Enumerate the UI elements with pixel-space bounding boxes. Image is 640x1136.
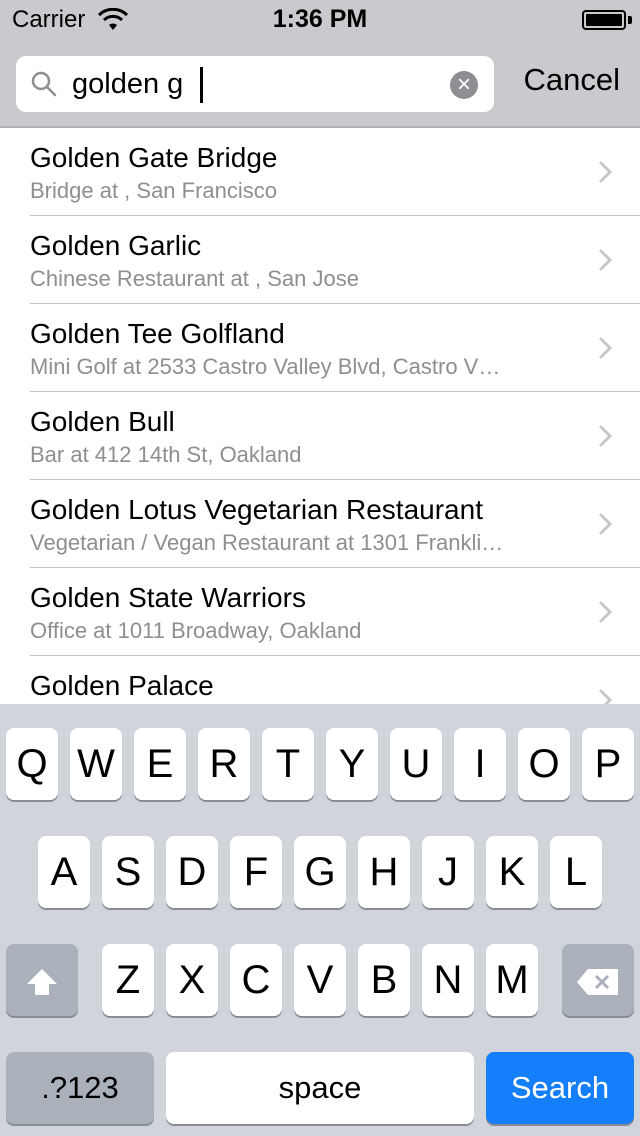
key-x[interactable]: X — [166, 944, 218, 1016]
shift-icon — [27, 969, 57, 996]
result-title: Golden Lotus Vegetarian Restaurant — [30, 494, 483, 525]
key-y[interactable]: Y — [326, 728, 378, 800]
key-f[interactable]: F — [230, 836, 282, 908]
key-g[interactable]: G — [294, 836, 346, 908]
key-s[interactable]: S — [102, 836, 154, 908]
chevron-right-icon — [598, 248, 612, 272]
battery-icon — [582, 10, 626, 30]
search-bar: × Cancel — [0, 40, 640, 128]
result-subtitle: Bridge at , San Francisco — [30, 178, 278, 203]
key-h[interactable]: H — [358, 836, 410, 908]
list-item[interactable]: Golden Bull Bar at 412 14th St, Oakland — [0, 392, 640, 480]
list-item[interactable]: Golden Garlic Chinese Restaurant at , Sa… — [0, 216, 640, 304]
keyboard: Q W E R T Y U I O P A S D F G H J K L Z … — [0, 704, 640, 1136]
key-o[interactable]: O — [518, 728, 570, 800]
key-e[interactable]: E — [134, 728, 186, 800]
clear-icon[interactable]: × — [450, 71, 478, 99]
key-n[interactable]: N — [422, 944, 474, 1016]
list-item[interactable]: Golden Tee Golfland Mini Golf at 2533 Ca… — [0, 304, 640, 392]
key-l[interactable]: L — [550, 836, 602, 908]
key-q[interactable]: Q — [6, 728, 58, 800]
battery-nub — [628, 16, 632, 24]
search-icon — [31, 71, 57, 97]
result-subtitle: Chinese Restaurant at , San Jose — [30, 266, 359, 291]
search-key[interactable]: Search — [486, 1052, 634, 1124]
list-item[interactable]: Golden Palace — [0, 656, 640, 704]
numbers-key[interactable]: .?123 — [6, 1052, 154, 1124]
key-r[interactable]: R — [198, 728, 250, 800]
key-u[interactable]: U — [390, 728, 442, 800]
chevron-right-icon — [598, 512, 612, 536]
text-caret — [200, 67, 203, 103]
chevron-right-icon — [598, 688, 612, 704]
result-title: Golden Tee Golfland — [30, 318, 285, 349]
result-subtitle: Bar at 412 14th St, Oakland — [30, 442, 302, 467]
chevron-right-icon — [598, 160, 612, 184]
shift-key[interactable] — [6, 944, 78, 1016]
result-title: Golden Palace — [30, 670, 214, 701]
key-t[interactable]: T — [262, 728, 314, 800]
result-subtitle: Office at 1011 Broadway, Oakland — [30, 618, 362, 643]
key-j[interactable]: J — [422, 836, 474, 908]
result-title: Golden Gate Bridge — [30, 142, 278, 173]
key-w[interactable]: W — [70, 728, 122, 800]
list-item[interactable]: Golden State Warriors Office at 1011 Bro… — [0, 568, 640, 656]
result-title: Golden Bull — [30, 406, 175, 437]
battery-level — [586, 14, 622, 26]
cancel-button[interactable]: Cancel — [524, 62, 621, 98]
key-i[interactable]: I — [454, 728, 506, 800]
result-subtitle: Mini Golf at 2533 Castro Valley Blvd, Ca… — [30, 354, 501, 379]
key-d[interactable]: D — [166, 836, 218, 908]
result-title: Golden Garlic — [30, 230, 202, 261]
key-m[interactable]: M — [486, 944, 538, 1016]
status-bar: Carrier 1:36 PM — [0, 0, 640, 40]
chevron-right-icon — [598, 336, 612, 360]
chevron-right-icon — [598, 424, 612, 448]
key-p[interactable]: P — [582, 728, 634, 800]
key-k[interactable]: K — [486, 836, 538, 908]
space-key[interactable]: space — [166, 1052, 474, 1124]
result-subtitle: Vegetarian / Vegan Restaurant at 1301 Fr… — [30, 530, 504, 555]
backspace-key[interactable] — [562, 944, 634, 1016]
key-v[interactable]: V — [294, 944, 346, 1016]
status-time: 1:36 PM — [272, 5, 368, 33]
results-list: Golden Gate Bridge Bridge at , San Franc… — [0, 128, 640, 704]
list-item[interactable]: Golden Lotus Vegetarian Restaurant Veget… — [0, 480, 640, 568]
search-field[interactable]: × — [16, 56, 494, 112]
key-b[interactable]: B — [358, 944, 410, 1016]
chevron-right-icon — [598, 600, 612, 624]
backspace-icon — [577, 969, 618, 996]
search-input[interactable] — [72, 66, 442, 102]
list-item[interactable]: Golden Gate Bridge Bridge at , San Franc… — [0, 128, 640, 216]
key-a[interactable]: A — [38, 836, 90, 908]
result-title: Golden State Warriors — [30, 582, 306, 613]
key-z[interactable]: Z — [102, 944, 154, 1016]
key-c[interactable]: C — [230, 944, 282, 1016]
